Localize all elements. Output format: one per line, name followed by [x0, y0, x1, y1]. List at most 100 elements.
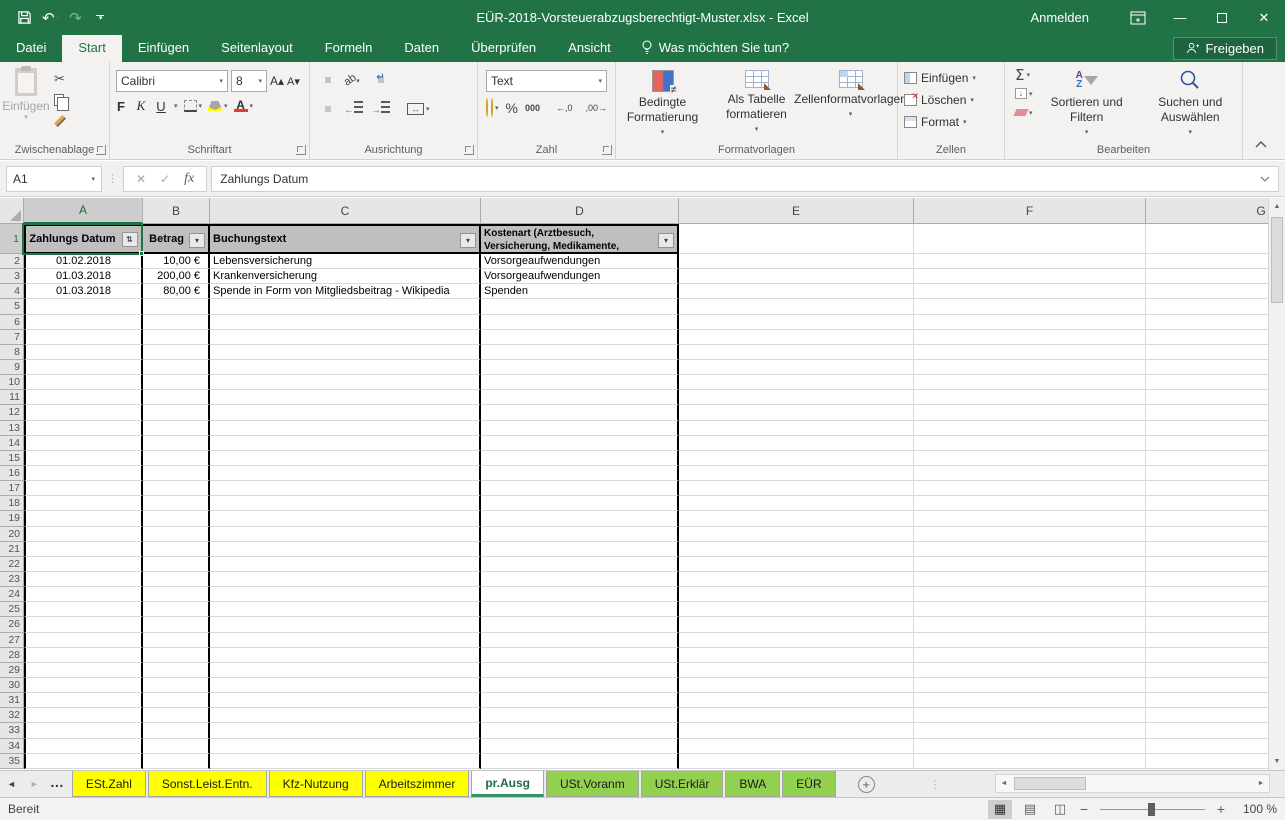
cell-F22[interactable] [914, 557, 1146, 572]
cell-A18[interactable] [24, 496, 143, 511]
cell-G19[interactable] [1146, 511, 1285, 526]
cell-A32[interactable] [24, 708, 143, 723]
name-box[interactable]: A1▾ [6, 166, 102, 192]
cell-B27[interactable] [143, 633, 210, 648]
cell-A15[interactable] [24, 451, 143, 466]
cell-F33[interactable] [914, 723, 1146, 738]
paste-button[interactable]: Einfügen ▾ [0, 62, 52, 130]
sheet-tab-pr-ausg[interactable]: pr.Ausg [471, 771, 544, 797]
row-header-27[interactable]: 27 [0, 633, 24, 648]
cell-G2[interactable] [1146, 254, 1285, 269]
cell-B14[interactable] [143, 436, 210, 451]
cell-F12[interactable] [914, 405, 1146, 420]
wrap-text-button[interactable]: ↵ [378, 77, 384, 83]
cell-G27[interactable] [1146, 633, 1285, 648]
cell-E29[interactable] [679, 663, 914, 678]
cell-B33[interactable] [143, 723, 210, 738]
cell-C33[interactable] [210, 723, 481, 738]
cell-G12[interactable] [1146, 405, 1285, 420]
column-header-E[interactable]: E [679, 198, 914, 224]
cell-A2[interactable]: 01.02.2018 [24, 254, 143, 269]
row-header-35[interactable]: 35 [0, 754, 24, 769]
align-left-button[interactable] [317, 106, 323, 112]
cell-D3[interactable]: Vorsorgeaufwendungen [481, 269, 679, 284]
font-color-button[interactable]: A ▾ [234, 100, 254, 112]
filter-button-D1[interactable]: ▾ [658, 233, 674, 248]
grow-font-button[interactable]: A▴ [270, 74, 284, 88]
horizontal-scrollbar[interactable]: ◄ ► [995, 774, 1270, 793]
cell-G23[interactable] [1146, 572, 1285, 587]
cell-B6[interactable] [143, 315, 210, 330]
cell-E1[interactable] [679, 224, 914, 254]
cell-C6[interactable] [210, 315, 481, 330]
cell-A28[interactable] [24, 648, 143, 663]
cell-F15[interactable] [914, 451, 1146, 466]
next-sheet-button[interactable]: ► [23, 779, 46, 789]
cell-C22[interactable] [210, 557, 481, 572]
normal-view-button[interactable]: ▦ [988, 800, 1012, 819]
row-header-22[interactable]: 22 [0, 557, 24, 572]
cell-F11[interactable] [914, 390, 1146, 405]
row-header-1[interactable]: 1 [0, 224, 24, 254]
row-header-29[interactable]: 29 [0, 663, 24, 678]
orientation-button[interactable]: ab▾ [341, 71, 363, 89]
filter-button-A1[interactable]: ⇅ [122, 232, 138, 247]
scroll-down-icon[interactable]: ▼ [1269, 753, 1285, 770]
ribbon-tab-daten[interactable]: Daten [388, 35, 455, 62]
zoom-in-button[interactable]: + [1215, 801, 1227, 817]
row-header-13[interactable]: 13 [0, 421, 24, 436]
cell-F25[interactable] [914, 602, 1146, 617]
horizontal-scroll-thumb[interactable] [1014, 777, 1086, 790]
cell-B15[interactable] [143, 451, 210, 466]
cell-D29[interactable] [481, 663, 679, 678]
cell-A24[interactable] [24, 587, 143, 602]
row-header-4[interactable]: 4 [0, 284, 24, 299]
cell-F28[interactable] [914, 648, 1146, 663]
cell-C8[interactable] [210, 345, 481, 360]
cancel-entry-button[interactable]: ✕ [136, 172, 146, 186]
cell-A6[interactable] [24, 315, 143, 330]
cell-B34[interactable] [143, 739, 210, 754]
cell-B5[interactable] [143, 299, 210, 314]
format-cells-button[interactable]: Format▾ [898, 111, 1004, 133]
row-header-20[interactable]: 20 [0, 527, 24, 542]
redo-button[interactable]: ↷▾ [66, 9, 89, 27]
cell-C5[interactable] [210, 299, 481, 314]
cell-B30[interactable] [143, 678, 210, 693]
cell-A3[interactable]: 01.03.2018 [24, 269, 143, 284]
cell-E25[interactable] [679, 602, 914, 617]
cell-E8[interactable] [679, 345, 914, 360]
bold-button[interactable]: F [114, 99, 128, 114]
row-header-33[interactable]: 33 [0, 723, 24, 738]
cell-F32[interactable] [914, 708, 1146, 723]
row-header-6[interactable]: 6 [0, 315, 24, 330]
confirm-entry-button[interactable]: ✓ [160, 172, 170, 186]
cell-A14[interactable] [24, 436, 143, 451]
cell-B7[interactable] [143, 330, 210, 345]
row-header-24[interactable]: 24 [0, 587, 24, 602]
sheet-tab-est-zahl[interactable]: ESt.Zahl [72, 771, 146, 797]
cell-E12[interactable] [679, 405, 914, 420]
cell-D13[interactable] [481, 421, 679, 436]
cell-E2[interactable] [679, 254, 914, 269]
cell-D32[interactable] [481, 708, 679, 723]
cell-F9[interactable] [914, 360, 1146, 375]
cell-A35[interactable] [24, 754, 143, 769]
cell-C15[interactable] [210, 451, 481, 466]
cell-C24[interactable] [210, 587, 481, 602]
cell-E24[interactable] [679, 587, 914, 602]
new-sheet-button[interactable]: + [858, 776, 875, 793]
cell-E10[interactable] [679, 375, 914, 390]
align-middle-button[interactable] [325, 77, 331, 83]
cell-G20[interactable] [1146, 527, 1285, 542]
cell-D15[interactable] [481, 451, 679, 466]
ribbon-tab-datei[interactable]: Datei [0, 35, 62, 62]
cell-F34[interactable] [914, 739, 1146, 754]
cell-G26[interactable] [1146, 617, 1285, 632]
cell-E16[interactable] [679, 466, 914, 481]
cell-A4[interactable]: 01.03.2018 [24, 284, 143, 299]
scroll-left-icon[interactable]: ◄ [996, 775, 1012, 792]
zoom-out-button[interactable]: − [1078, 801, 1090, 817]
cell-A29[interactable] [24, 663, 143, 678]
row-header-16[interactable]: 16 [0, 466, 24, 481]
